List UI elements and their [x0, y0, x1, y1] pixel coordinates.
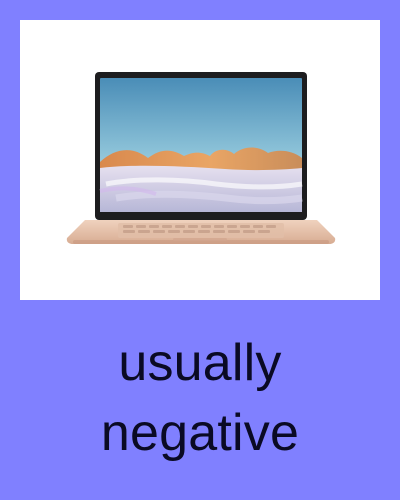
caption-line-usually: usually	[118, 334, 282, 392]
laptop-base	[66, 220, 336, 244]
laptop-screen-landscape	[99, 147, 303, 212]
meme-card: usually negative	[0, 0, 400, 500]
caption-text: usually negative	[0, 328, 400, 468]
laptop-image-frame	[20, 20, 380, 300]
laptop-image	[66, 72, 336, 244]
caption-line-negative: negative	[100, 404, 300, 462]
